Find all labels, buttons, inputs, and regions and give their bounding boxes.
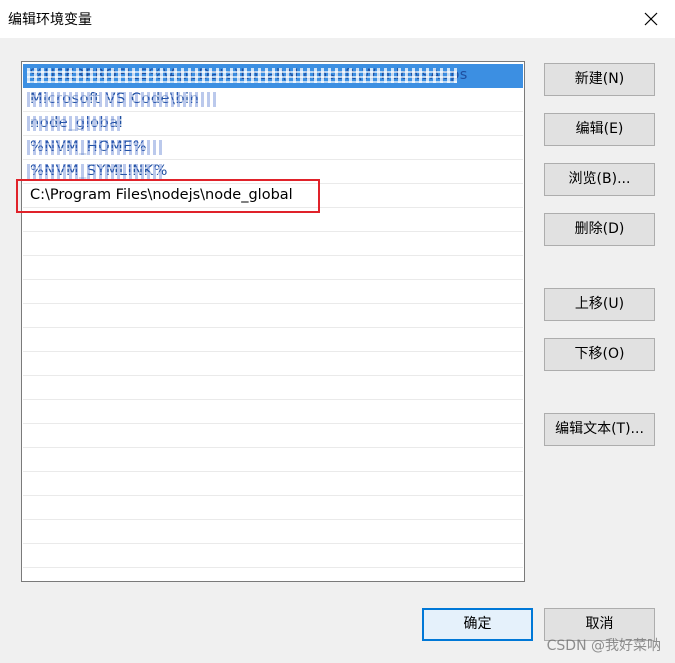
path-list-item-text: %NVM_SYMLINK% (30, 163, 168, 179)
path-list-item[interactable]: node_global (23, 112, 523, 136)
path-list-empty-row[interactable] (23, 376, 523, 400)
path-list-item-text: Microsoft VS Code\bin (30, 91, 200, 107)
path-list-item[interactable]: %NVM_SYMLINK% (23, 160, 523, 184)
path-list-empty-row[interactable] (23, 520, 523, 544)
path-list-empty-row[interactable] (23, 544, 523, 568)
edit-env-variable-dialog: 编辑环境变量 %USERPROFILE%\AppData\Local\Micro… (0, 0, 675, 663)
path-list-empty-row[interactable] (23, 232, 523, 256)
move-down-button[interactable]: 下移(O) (544, 338, 655, 371)
edit-text-button[interactable]: 编辑文本(T)... (544, 413, 655, 446)
path-list-item-text: %NVM_HOME% (30, 139, 148, 155)
path-list-item-text: %USERPROFILE%\AppData\Local\Microsoft\Wi… (30, 67, 468, 83)
move-up-button[interactable]: 上移(U) (544, 288, 655, 321)
edit-button[interactable]: 编辑(E) (544, 113, 655, 146)
path-list-empty-row[interactable] (23, 496, 523, 520)
path-list-item[interactable]: C:\Program Files\nodejs\node_global (23, 184, 523, 208)
delete-button[interactable]: 删除(D) (544, 213, 655, 246)
browse-button[interactable]: 浏览(B)... (544, 163, 655, 196)
path-list-empty-row[interactable] (23, 448, 523, 472)
close-icon (644, 12, 658, 26)
path-list-empty-row[interactable] (23, 424, 523, 448)
path-list-item[interactable]: Microsoft VS Code\bin (23, 88, 523, 112)
title-bar: 编辑环境变量 (0, 0, 675, 38)
path-list-item[interactable]: %NVM_HOME% (23, 136, 523, 160)
path-list-empty-row[interactable] (23, 208, 523, 232)
new-button[interactable]: 新建(N) (544, 63, 655, 96)
path-list-item-text: node_global (30, 115, 124, 131)
path-list-empty-row[interactable] (23, 400, 523, 424)
window-title: 编辑环境变量 (8, 12, 92, 28)
close-button[interactable] (627, 0, 675, 38)
path-list[interactable]: %USERPROFILE%\AppData\Local\Microsoft\Wi… (21, 61, 525, 582)
path-list-empty-row[interactable] (23, 472, 523, 496)
path-list-empty-row[interactable] (23, 280, 523, 304)
path-list-item-text: C:\Program Files\nodejs\node_global (30, 187, 293, 203)
path-list-empty-row[interactable] (23, 328, 523, 352)
ok-button[interactable]: 确定 (422, 608, 533, 641)
watermark: CSDN @我好菜呐 (546, 638, 661, 654)
path-list-empty-row[interactable] (23, 304, 523, 328)
path-list-item[interactable]: %USERPROFILE%\AppData\Local\Microsoft\Wi… (23, 64, 523, 88)
path-list-empty-row[interactable] (23, 352, 523, 376)
path-list-empty-row[interactable] (23, 256, 523, 280)
